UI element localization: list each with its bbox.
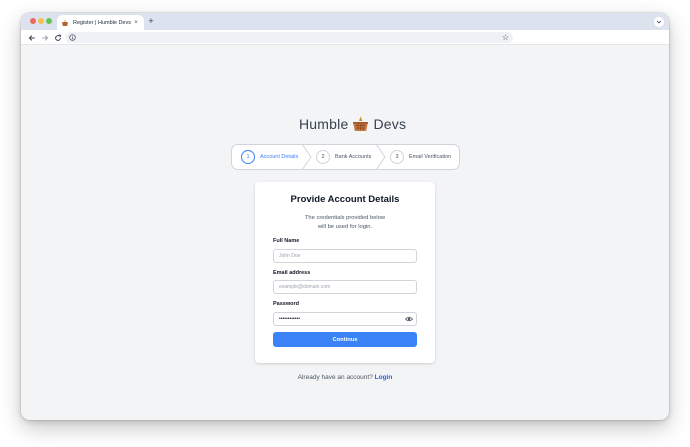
- step-label: Account Details: [260, 154, 299, 160]
- step-email-verification[interactable]: 3 Email Verification: [390, 145, 451, 169]
- login-prompt: Already have an account? Login: [21, 374, 669, 381]
- tab-close-icon[interactable]: ×: [132, 20, 140, 26]
- registration-stepper: 1 Account Details 2 Bank Accounts 3 Emai…: [231, 144, 460, 170]
- reload-button[interactable]: [53, 33, 62, 42]
- brand-name-left: Humble: [299, 116, 349, 132]
- full-name-label: Full Name: [273, 238, 300, 244]
- browser-toolbar: ☆: [21, 30, 669, 45]
- new-tab-button[interactable]: +: [146, 15, 156, 28]
- email-label: Email address: [273, 270, 311, 276]
- tab-register[interactable]: Register | Humble Devs ×: [57, 15, 144, 30]
- account-details-card: Provide Account Details The credentials …: [255, 182, 435, 363]
- step-label: Email Verification: [409, 154, 452, 160]
- login-prompt-text: Already have an account?: [297, 374, 373, 381]
- brand-name-right: Devs: [373, 116, 407, 132]
- step-number: 2: [316, 150, 330, 164]
- step-label: Bank Accounts: [335, 154, 372, 160]
- step-number: 1: [241, 150, 255, 164]
- password-label: Password: [273, 301, 299, 307]
- form-subtitle: The credentials provided below will be u…: [255, 214, 435, 232]
- email-input[interactable]: [273, 280, 417, 294]
- continue-button[interactable]: Continue: [273, 332, 417, 347]
- eye-icon[interactable]: [405, 315, 413, 323]
- arrow-right-icon: [41, 34, 48, 41]
- close-window-button[interactable]: [30, 18, 36, 24]
- minimize-window-button[interactable]: [38, 18, 44, 24]
- tab-title: Register | Humble Devs: [73, 19, 131, 26]
- step-divider-chevron: [302, 145, 312, 169]
- password-field: [273, 312, 417, 326]
- site-info-icon[interactable]: [68, 33, 77, 42]
- forward-button[interactable]: [40, 33, 49, 42]
- reload-icon: [54, 33, 61, 41]
- page-content: Humble Devs 1 Account Details 2 Bank Acc…: [21, 45, 669, 420]
- step-number: 3: [390, 150, 404, 164]
- login-link[interactable]: Login: [375, 374, 393, 381]
- tab-search-button[interactable]: [654, 17, 664, 27]
- form-title: Provide Account Details: [290, 194, 400, 205]
- step-bank-accounts[interactable]: 2 Bank Accounts: [316, 145, 371, 169]
- basket-favicon-icon: [62, 19, 68, 26]
- address-bar[interactable]: ☆: [65, 32, 513, 43]
- brand-logo: Humble Devs: [299, 113, 406, 135]
- maximize-window-button[interactable]: [46, 18, 52, 24]
- browser-window: Register | Humble Devs × + ☆ Humble Devs…: [21, 13, 669, 420]
- back-button[interactable]: [27, 33, 36, 42]
- form-subtitle-line: will be used for login.: [317, 224, 373, 230]
- chevron-down-icon: [656, 20, 662, 24]
- step-divider-chevron: [376, 145, 386, 169]
- full-name-input[interactable]: [273, 249, 417, 263]
- form-subtitle-line: The credentials provided below: [304, 215, 386, 221]
- tab-strip: Register | Humble Devs × +: [21, 13, 669, 30]
- bookmark-star-icon[interactable]: ☆: [502, 32, 509, 43]
- step-account-details[interactable]: 1 Account Details: [241, 145, 298, 169]
- basket-logo-icon: [353, 116, 369, 131]
- arrow-left-icon: [28, 34, 35, 41]
- password-input[interactable]: [273, 312, 417, 326]
